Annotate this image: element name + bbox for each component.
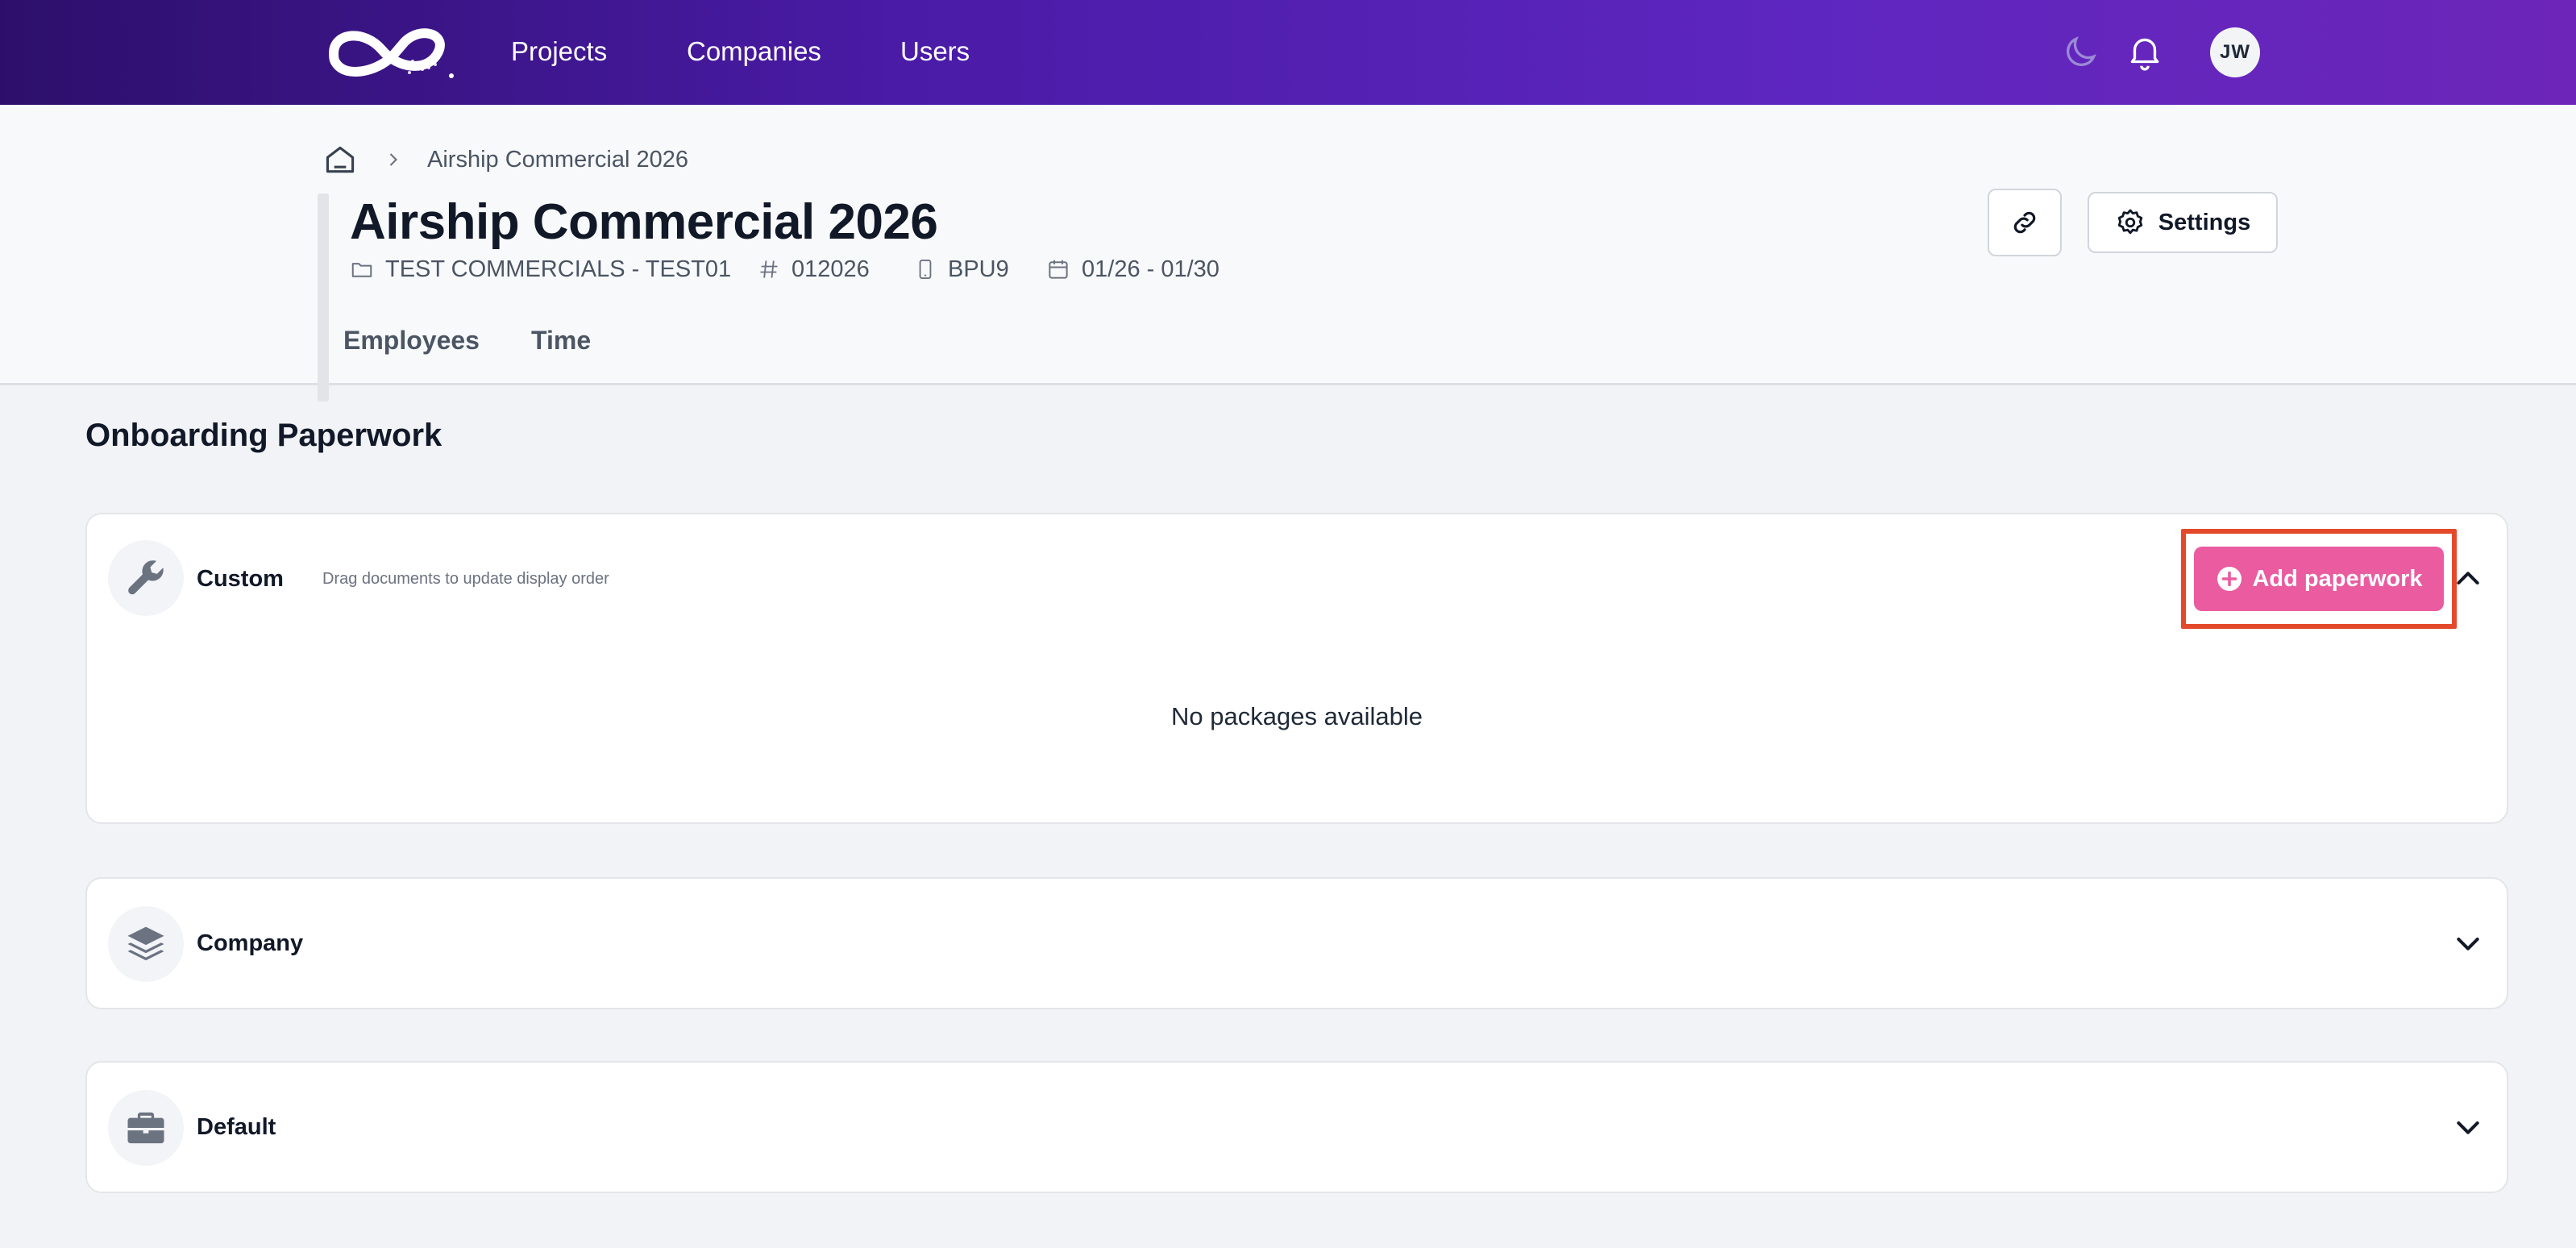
empty-packages-message: No packages available — [1171, 702, 1423, 730]
tab-employees[interactable]: Employees — [343, 322, 480, 358]
gear-icon — [2117, 209, 2142, 235]
project-number: 012026 — [758, 253, 870, 285]
card-custom-label: Custom — [197, 566, 284, 592]
chevron-down-icon[interactable] — [2452, 1111, 2484, 1143]
nav-projects[interactable]: Projects — [511, 34, 607, 69]
add-paperwork-label: Add paperwork — [2252, 565, 2423, 592]
section-title: Onboarding Paperwork — [85, 418, 442, 453]
user-avatar[interactable]: JW — [2210, 27, 2260, 77]
project-dates-text: 01/26 - 01/30 — [1082, 256, 1219, 282]
wrench-icon — [128, 560, 164, 595]
bell-icon[interactable] — [2125, 31, 2165, 73]
settings-button[interactable]: Settings — [2088, 192, 2278, 253]
project-header: Airship Commercial 2026 Airship Commerci… — [0, 105, 2576, 401]
chevron-down-icon[interactable] — [2452, 927, 2484, 959]
card-default[interactable]: Default — [85, 1061, 2508, 1193]
title-accent-bar — [318, 193, 329, 401]
card-company-icon-wrap — [108, 906, 184, 982]
chevron-right-icon — [389, 153, 397, 166]
card-custom-icon-wrap — [108, 540, 184, 616]
link-icon — [2013, 211, 2036, 234]
card-default-label: Default — [197, 1114, 276, 1140]
project-number-text: 012026 — [791, 256, 870, 282]
folder-icon — [351, 263, 372, 277]
settings-button-label: Settings — [2158, 209, 2251, 235]
card-custom: Custom Drag documents to update display … — [85, 513, 2508, 824]
card-company[interactable]: Company — [85, 877, 2508, 1009]
nav-companies[interactable]: Companies — [687, 34, 821, 69]
project-code: BPU9 — [914, 253, 1009, 285]
chevron-up-icon[interactable] — [2452, 563, 2484, 595]
briefcase-icon — [127, 1112, 164, 1144]
breadcrumb-current[interactable]: Airship Commercial 2026 — [427, 144, 688, 176]
card-default-icon-wrap — [108, 1090, 184, 1166]
brand-logo[interactable] — [318, 18, 456, 84]
project-dates: 01/26 - 01/30 — [1046, 253, 1219, 285]
project-code-text: BPU9 — [948, 256, 1009, 282]
hash-icon — [760, 260, 778, 278]
add-paperwork-button[interactable]: Add paperwork — [2194, 547, 2444, 611]
plus-circle-icon — [2217, 567, 2242, 591]
copy-link-button[interactable] — [1988, 189, 2062, 256]
layers-icon — [127, 926, 164, 961]
project-folder-text: TEST COMMERCIALS - TEST01 — [385, 256, 732, 282]
page-title: Airship Commercial 2026 — [350, 194, 938, 250]
card-custom-hint: Drag documents to update display order — [322, 570, 609, 588]
card-company-label: Company — [197, 930, 304, 956]
top-nav: Projects Companies Users JW — [0, 0, 2576, 105]
tab-time[interactable]: Time — [531, 322, 591, 358]
home-icon[interactable] — [322, 142, 358, 177]
calendar-icon — [1049, 260, 1068, 279]
nav-users[interactable]: Users — [900, 34, 970, 69]
moon-icon[interactable] — [2060, 32, 2100, 73]
project-folder: TEST COMMERCIALS - TEST01 — [350, 253, 731, 285]
phone-icon — [919, 259, 932, 280]
